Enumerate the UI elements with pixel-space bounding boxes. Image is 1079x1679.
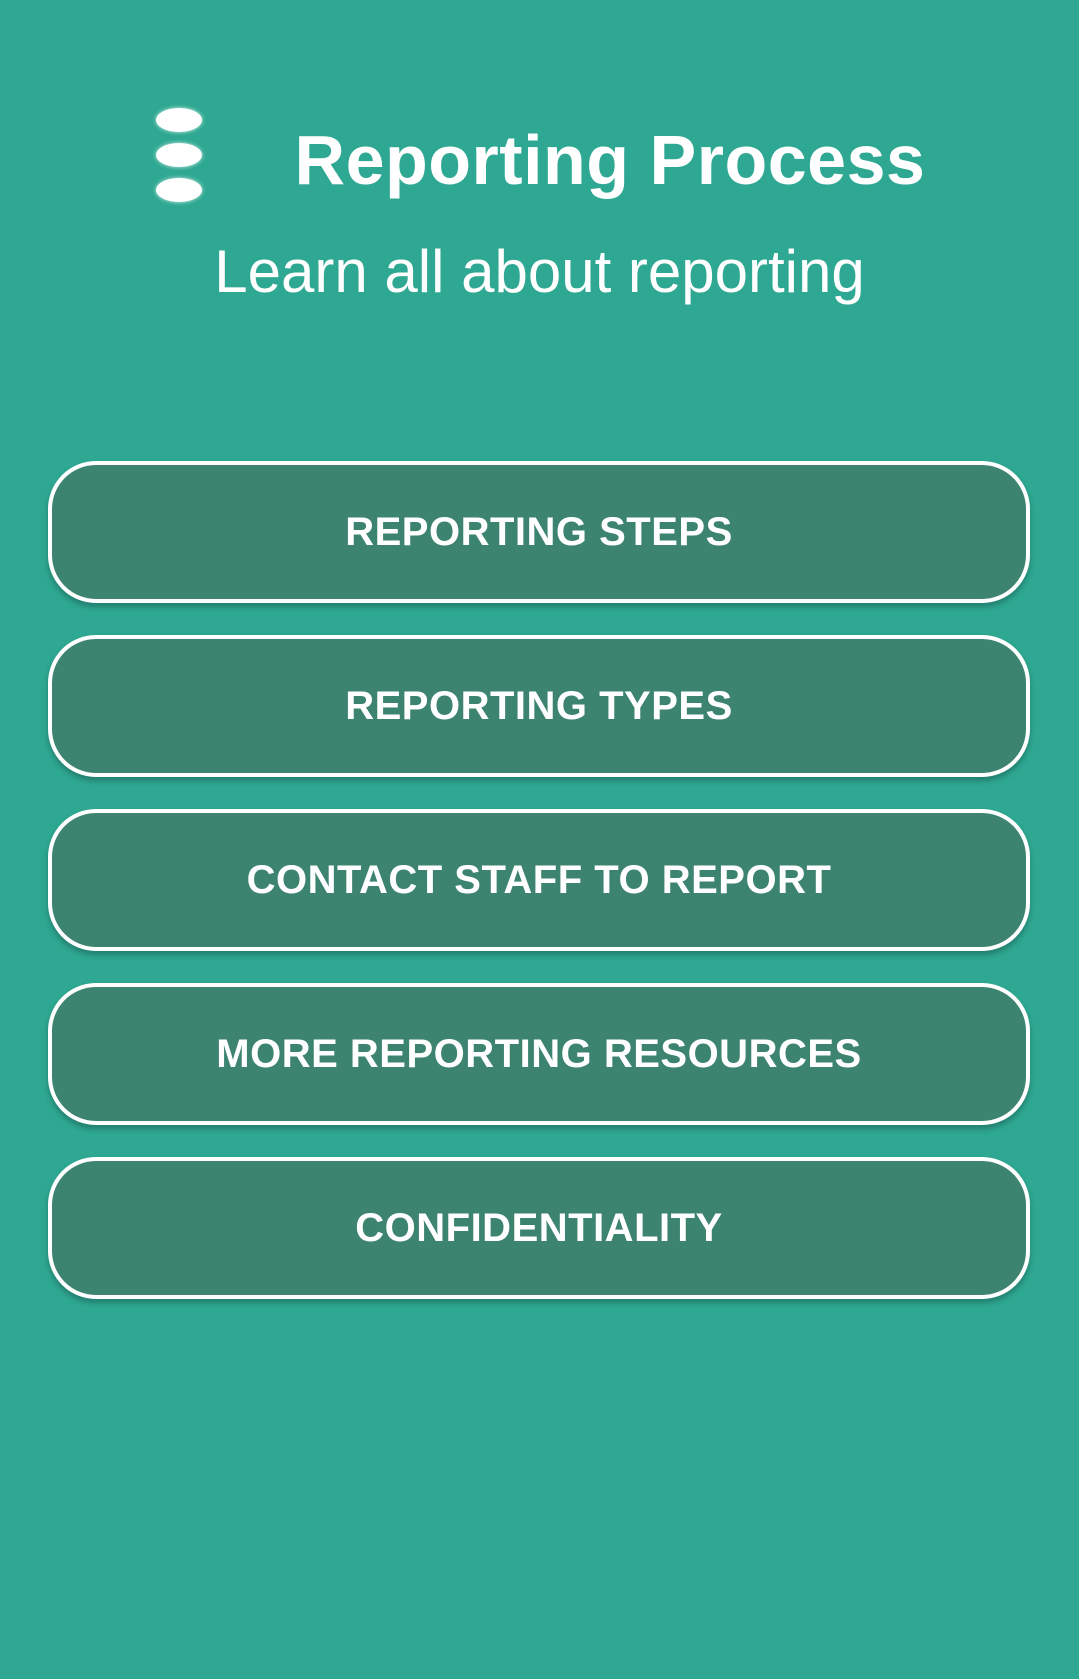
more-options-button[interactable]: [150, 105, 210, 205]
contact-staff-button[interactable]: CONTACT STAFF TO REPORT: [48, 809, 1030, 951]
confidentiality-button[interactable]: CONFIDENTIALITY: [48, 1157, 1030, 1299]
more-vertical-icon-dot: [156, 143, 202, 167]
menu-option-label: MORE REPORTING RESOURCES: [216, 1031, 862, 1076]
menu-list: REPORTING STEPS REPORTING TYPES CONTACT …: [48, 461, 1030, 1331]
reporting-types-button[interactable]: REPORTING TYPES: [48, 635, 1030, 777]
menu-option-label: CONTACT STAFF TO REPORT: [246, 857, 832, 902]
more-vertical-icon-dot: [156, 178, 202, 202]
menu-option-label: REPORTING STEPS: [345, 509, 733, 554]
more-vertical-icon: [156, 108, 202, 132]
page-subtitle: Learn all about reporting: [214, 238, 865, 305]
page-title: Reporting Process: [294, 121, 926, 199]
menu-option-label: REPORTING TYPES: [345, 683, 733, 728]
menu-option-label: CONFIDENTIALITY: [355, 1205, 723, 1250]
reporting-steps-button[interactable]: REPORTING STEPS: [48, 461, 1030, 603]
more-resources-button[interactable]: MORE REPORTING RESOURCES: [48, 983, 1030, 1125]
